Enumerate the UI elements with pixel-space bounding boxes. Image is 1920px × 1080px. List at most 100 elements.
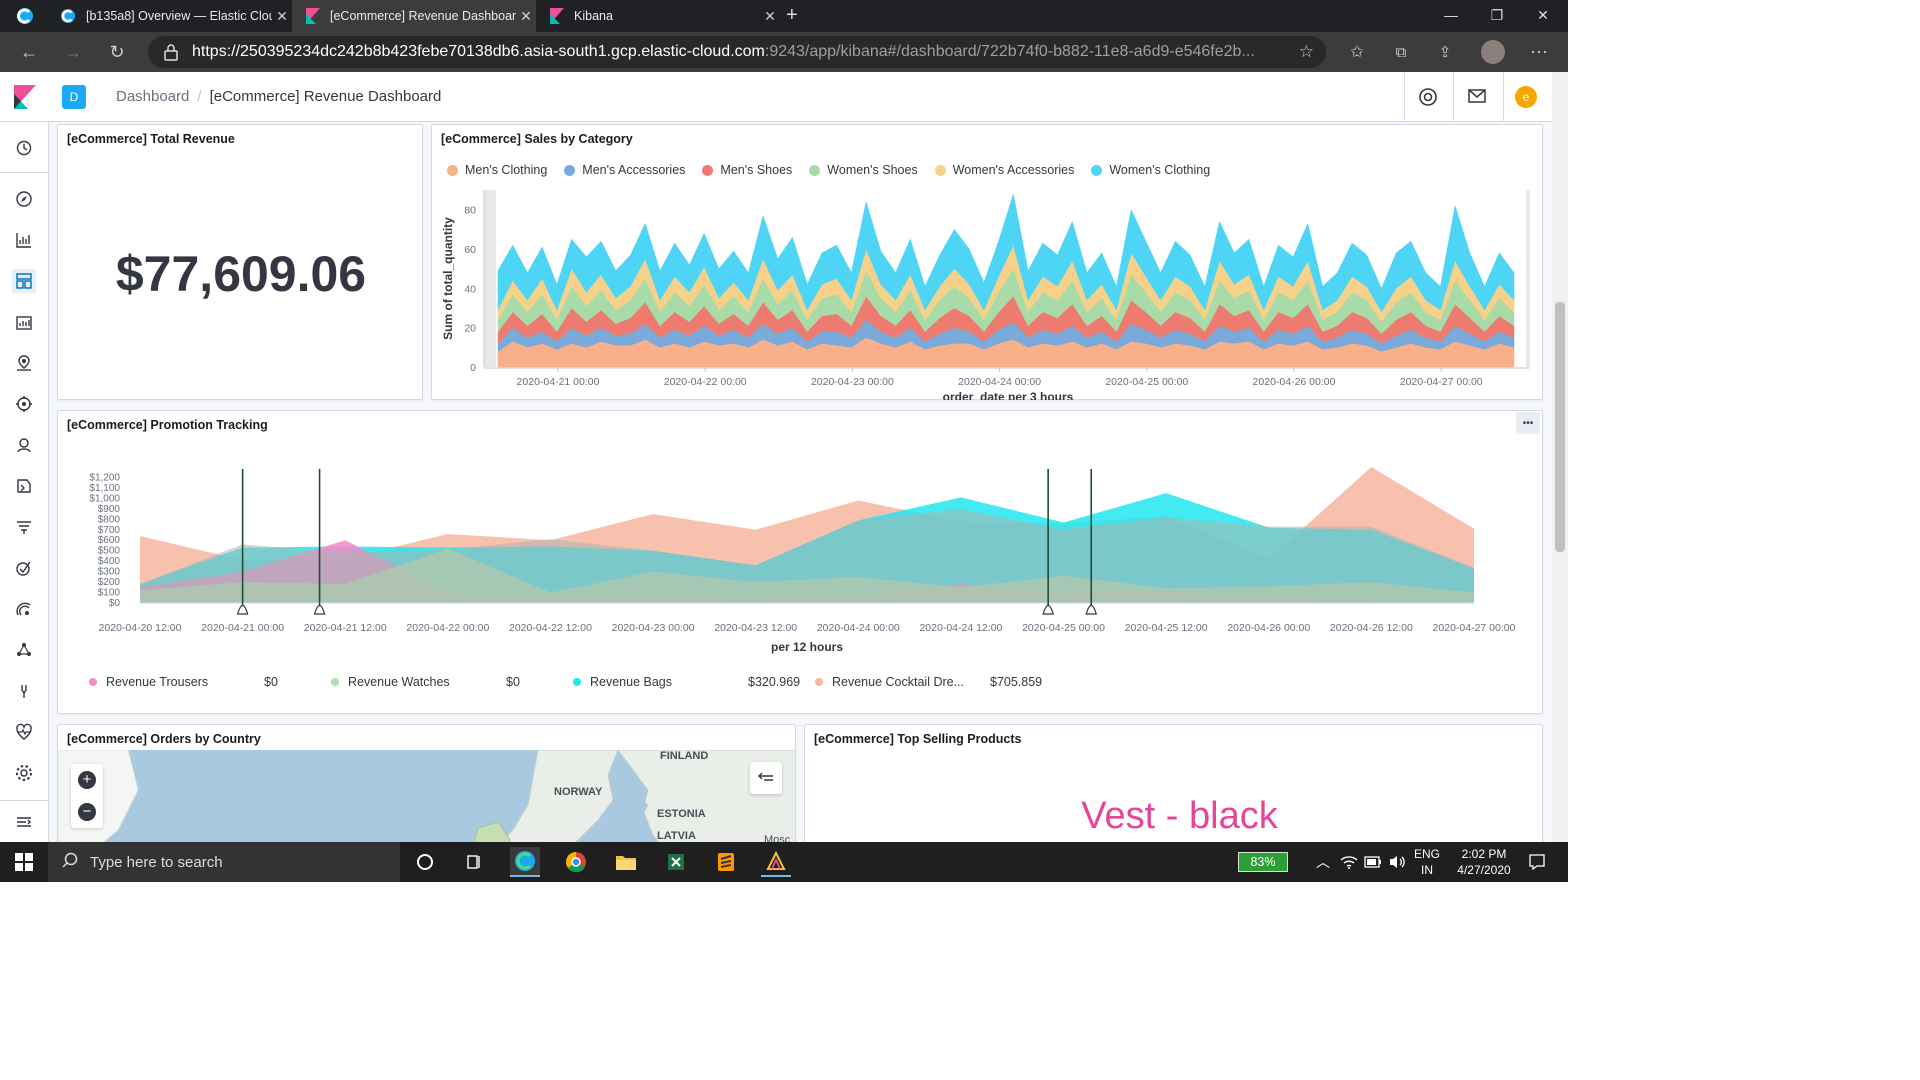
y-tick-label: $500 bbox=[98, 546, 121, 557]
minimize-icon[interactable]: — bbox=[1428, 0, 1474, 30]
logs-icon[interactable] bbox=[12, 474, 36, 498]
x-tick-label: 2020-04-26 12:00 bbox=[1330, 622, 1413, 634]
region-code: IN bbox=[1421, 863, 1433, 877]
share-icon[interactable]: ⇪ bbox=[1428, 32, 1462, 72]
tab-title: [b135a8] Overview — Elastic Clou bbox=[86, 9, 272, 23]
elastic-cloud-icon bbox=[60, 8, 76, 24]
recently-viewed-icon[interactable] bbox=[12, 136, 36, 160]
taskbar-search[interactable]: Type here to search bbox=[48, 842, 400, 882]
sublime-text-icon[interactable] bbox=[711, 847, 741, 877]
close-tab-icon[interactable]: ✕ bbox=[272, 8, 292, 25]
chrome-icon[interactable] bbox=[561, 847, 591, 877]
lock-icon bbox=[164, 43, 178, 66]
chart-legend: Revenue Trousers $0 Revenue Watches $0 Reven… bbox=[89, 675, 1057, 689]
legend-item[interactable]: Revenue Cocktail Dre... $705.859 bbox=[815, 675, 1057, 689]
favorites-icon[interactable]: ✩ bbox=[1340, 32, 1374, 72]
address-bar[interactable]: https://250395234dc242b8b423febe70138db6… bbox=[148, 36, 1326, 68]
map-label: NORWAY bbox=[554, 786, 603, 798]
file-explorer-icon[interactable] bbox=[611, 847, 641, 877]
breadcrumb-dashboard[interactable]: Dashboard bbox=[116, 88, 189, 105]
language-code: ENG bbox=[1414, 847, 1441, 861]
clock-date: 4/27/2020 bbox=[1457, 863, 1511, 877]
tab-kibana[interactable]: Kibana ✕ bbox=[536, 0, 780, 32]
dashboard-canvas: [eCommerce] Total Revenue $77,609.06 [eC… bbox=[49, 122, 1552, 854]
canvas-icon[interactable] bbox=[12, 310, 36, 334]
legend-item[interactable]: Revenue Watches $0 bbox=[331, 675, 573, 689]
collapse-nav-icon[interactable] bbox=[12, 810, 36, 834]
app-icon[interactable] bbox=[761, 847, 791, 877]
kibana-logo-icon bbox=[548, 8, 564, 24]
newsfeed-icon[interactable] bbox=[1468, 89, 1486, 108]
volume-icon[interactable] bbox=[1382, 847, 1412, 877]
uptime-icon[interactable] bbox=[12, 556, 36, 580]
profile-avatar[interactable] bbox=[1476, 32, 1510, 72]
help-icon[interactable] bbox=[1418, 87, 1438, 112]
notifications-icon[interactable] bbox=[1522, 847, 1552, 877]
monitoring-icon[interactable] bbox=[12, 720, 36, 744]
legend-label: Revenue Trousers bbox=[106, 675, 209, 689]
x-tick-label: 2020-04-24 12:00 bbox=[919, 622, 1002, 634]
siem-icon[interactable] bbox=[12, 597, 36, 621]
map-label: FINLAND bbox=[660, 750, 709, 762]
y-tick-label: $0 bbox=[109, 598, 121, 609]
sales-by-category-chart: 0 20 40 60 80 Sum of total_quantity 2020-04-21… bbox=[441, 190, 1530, 400]
clock[interactable]: 2:02 PM 4/27/2020 bbox=[1452, 846, 1516, 878]
edge-browser-icon[interactable] bbox=[510, 847, 540, 877]
tab-elastic-overview[interactable]: [b135a8] Overview — Elastic Clou ✕ bbox=[48, 0, 292, 32]
legend-item[interactable]: Revenue Trousers $0 bbox=[89, 675, 331, 689]
machine-learning-icon[interactable] bbox=[12, 392, 36, 416]
kibana-header: D Dashboard / [eCommerce] Revenue Dashbo… bbox=[0, 72, 1568, 122]
maximize-icon[interactable]: ❐ bbox=[1474, 0, 1520, 30]
excel-icon[interactable] bbox=[661, 847, 691, 877]
discover-icon[interactable] bbox=[12, 187, 36, 211]
battery-indicator[interactable]: 83% bbox=[1238, 852, 1288, 872]
map[interactable]: FINLAND NORWAY ESTONIA LATVIA Mosc + − bbox=[58, 750, 795, 853]
maps-icon[interactable] bbox=[12, 351, 36, 375]
sales-by-category-panel: [eCommerce] Sales by Category Men's Clot… bbox=[431, 124, 1543, 400]
collections-icon[interactable]: ⧉ bbox=[1384, 32, 1418, 72]
dashboard-icon[interactable] bbox=[12, 269, 36, 293]
more-menu-icon[interactable]: ⋯ bbox=[1522, 32, 1556, 72]
close-tab-icon[interactable]: ✕ bbox=[516, 8, 536, 25]
favorite-star-icon[interactable]: ☆ bbox=[1299, 42, 1314, 62]
page-scrollbar[interactable] bbox=[1552, 72, 1568, 842]
management-gear-icon[interactable] bbox=[12, 761, 36, 785]
dev-tools-icon[interactable] bbox=[12, 679, 36, 703]
graph-icon[interactable] bbox=[12, 638, 36, 662]
windows-start-icon[interactable] bbox=[9, 847, 39, 877]
infrastructure-icon[interactable] bbox=[12, 433, 36, 457]
cortana-icon[interactable] bbox=[410, 847, 440, 877]
kibana-logo-icon[interactable] bbox=[14, 85, 36, 114]
axis-shade bbox=[484, 190, 496, 367]
x-tick-label: 2020-04-27 00:00 bbox=[1433, 622, 1516, 634]
user-avatar[interactable]: e bbox=[1515, 86, 1537, 108]
tag-cloud-word[interactable]: Vest - black bbox=[805, 795, 1542, 838]
close-tab-icon[interactable]: ✕ bbox=[760, 8, 780, 25]
zoom-out-button[interactable]: − bbox=[78, 803, 96, 821]
layer-control-button[interactable] bbox=[750, 762, 782, 794]
x-tick-label: 2020-04-23 00:00 bbox=[612, 622, 695, 634]
new-tab-button[interactable]: + bbox=[786, 4, 798, 27]
tab-revenue-dashboard[interactable]: [eCommerce] Revenue Dashboar ✕ bbox=[292, 0, 536, 32]
legend-item[interactable]: Revenue Bags $320.969 bbox=[573, 675, 815, 689]
task-view-icon[interactable] bbox=[459, 847, 489, 877]
space-badge[interactable]: D bbox=[62, 85, 86, 109]
annotation-bell-icon bbox=[1042, 604, 1054, 615]
y-tick-label: 40 bbox=[464, 283, 476, 295]
y-tick-label: $800 bbox=[98, 514, 121, 525]
breadcrumb-separator: / bbox=[197, 88, 202, 105]
close-window-icon[interactable]: ✕ bbox=[1520, 0, 1566, 30]
x-tick-label: 2020-04-25 12:00 bbox=[1125, 622, 1208, 634]
map-zoom-controls: + − bbox=[71, 764, 103, 828]
y-axis-title: Sum of total_quantity bbox=[441, 217, 455, 340]
forward-icon[interactable]: → bbox=[56, 32, 90, 72]
zoom-in-button[interactable]: + bbox=[78, 771, 96, 789]
refresh-icon[interactable]: ↻ bbox=[100, 32, 134, 72]
apm-icon[interactable] bbox=[12, 515, 36, 539]
language-indicator[interactable]: ENG IN bbox=[1414, 846, 1440, 878]
url-host: https://250395234dc242b8b423febe70138db6… bbox=[192, 43, 765, 60]
visualize-icon[interactable] bbox=[12, 228, 36, 252]
back-icon[interactable]: ← bbox=[12, 32, 46, 72]
legend-label: Revenue Cocktail Dre... bbox=[832, 675, 965, 689]
browser-menu-icon[interactable] bbox=[16, 7, 34, 25]
